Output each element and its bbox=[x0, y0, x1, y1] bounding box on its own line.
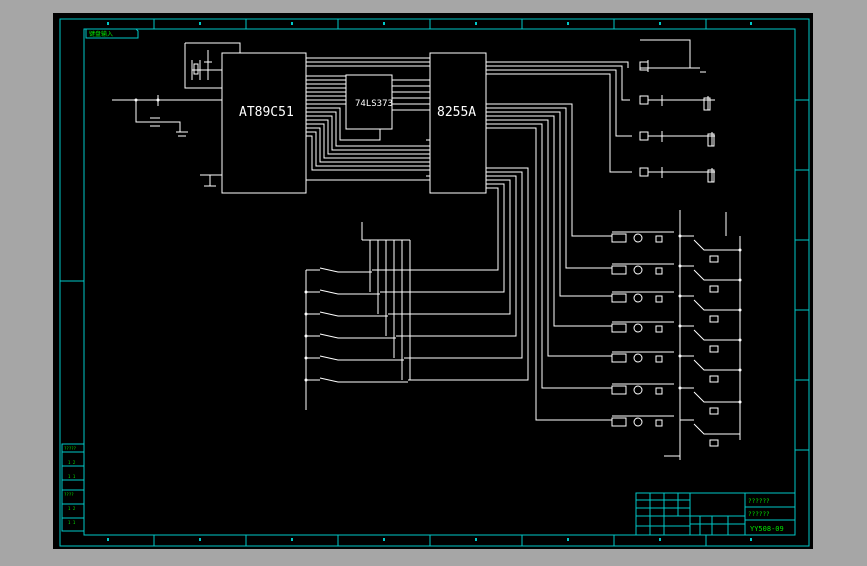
schematic-drawing: 键盘输入 ????? 1 2 1 1 ???? 1 2 1 1 ?????? ?… bbox=[53, 13, 813, 549]
left-table-row: 1 1 bbox=[68, 520, 76, 525]
left-table-row: ???? bbox=[64, 492, 74, 497]
left-table-row: 1 1 bbox=[68, 474, 76, 479]
title-block-name: ?????? bbox=[748, 498, 770, 505]
cad-viewer[interactable]: 键盘输入 ????? 1 2 1 1 ???? 1 2 1 1 ?????? ?… bbox=[0, 0, 867, 562]
mcu-label: AT89C51 bbox=[239, 105, 294, 120]
title-block-subtitle: ?????? bbox=[748, 511, 770, 518]
drawing-number: YY508-09 bbox=[750, 525, 784, 533]
left-table-row: 1 2 bbox=[68, 506, 76, 511]
latch-label: 74LS373 bbox=[355, 99, 393, 109]
drawing-sheet bbox=[53, 13, 813, 549]
left-table-row: ????? bbox=[64, 446, 77, 451]
drawing-tag-label: 键盘输入 bbox=[89, 30, 113, 38]
left-table-row: 1 2 bbox=[68, 460, 76, 465]
ppi-label: 8255A bbox=[437, 105, 476, 120]
